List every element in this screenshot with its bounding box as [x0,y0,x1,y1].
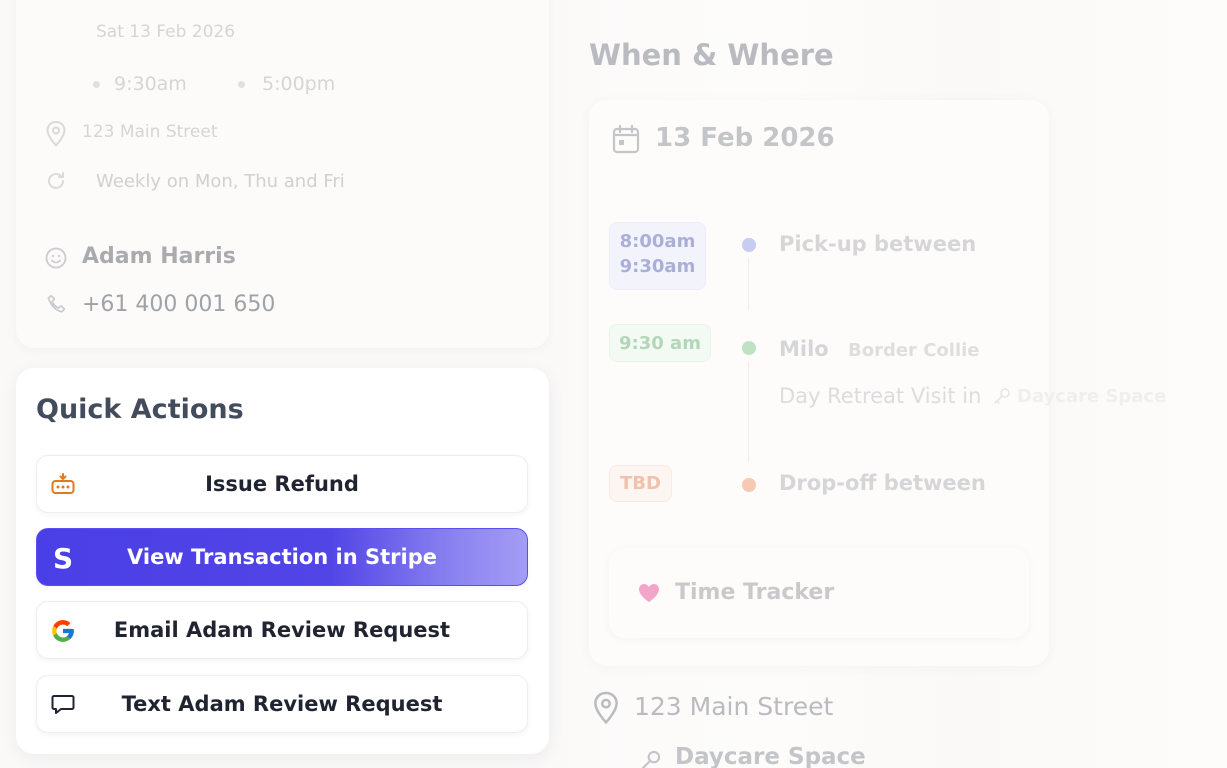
google-icon [49,617,77,645]
milo-dot [742,341,756,355]
time-tracker-label: Time Tracker [675,580,835,605]
schedule-date: 13 Feb 2026 [655,123,835,153]
contact-name[interactable]: Adam Harris [82,244,236,269]
end-dot [238,81,245,88]
refund-icon [49,471,77,499]
contact-phone[interactable]: +61 400 001 650 [82,292,275,317]
start-dot [93,81,100,88]
faded-date: Sat 13 Feb 2026 [96,22,236,42]
dropoff-time-pill: TBD [609,465,672,502]
timeline-connector [748,258,749,310]
faded-address: 123 Main Street [82,122,218,142]
chat-bubble-icon [49,691,77,719]
pickup-time-pill: 8:00am 9:30am [609,222,706,290]
when-where-title: When & Where [589,38,834,72]
location-address[interactable]: 123 Main Street [634,692,833,721]
key-icon [637,748,663,768]
pickup-time-end: 9:30am [619,256,696,277]
text-review-label: Text Adam Review Request [121,692,443,716]
location-space[interactable]: Daycare Space [675,744,866,768]
faded-end-time: 5:00pm [262,73,336,95]
calendar-icon [612,124,640,158]
email-review-button[interactable]: Email Adam Review Request [36,601,528,659]
svg-text:S: S [53,544,73,572]
visit-detail: Day Retreat Visit in [779,384,982,408]
view-stripe-label: View Transaction in Stripe [126,545,438,569]
milo-time-pill: 9:30 am [609,324,711,362]
faded-start-time: 9:30am [114,73,187,95]
dropoff-label: Drop-off between [779,471,986,495]
pickup-dot [742,238,756,252]
text-review-button[interactable]: Text Adam Review Request [36,675,528,733]
issue-refund-label: Issue Refund [205,472,359,496]
pet-breed: Border Collie [848,340,980,361]
heart-icon [637,582,661,608]
location-pin-icon [44,120,68,152]
visit-space[interactable]: Daycare Space [1017,386,1166,407]
phone-icon [44,292,70,322]
email-review-label: Email Adam Review Request [113,618,451,642]
quick-actions-title: Quick Actions [36,394,244,425]
location-pin-icon [591,690,621,730]
key-icon [992,386,1012,410]
repeat-icon [44,169,68,197]
timeline-connector [748,362,749,462]
smiley-icon [44,246,68,274]
issue-refund-button[interactable]: Issue Refund [36,455,528,513]
view-stripe-button[interactable]: S View Transaction in Stripe [36,528,528,586]
pickup-label: Pick-up between [779,232,977,256]
pet-name[interactable]: Milo [779,337,829,361]
stripe-icon: S [49,544,77,572]
dropoff-dot [742,478,756,492]
pickup-time-start: 8:00am [619,231,696,252]
faded-recurrence: Weekly on Mon, Thu and Fri [96,171,345,192]
